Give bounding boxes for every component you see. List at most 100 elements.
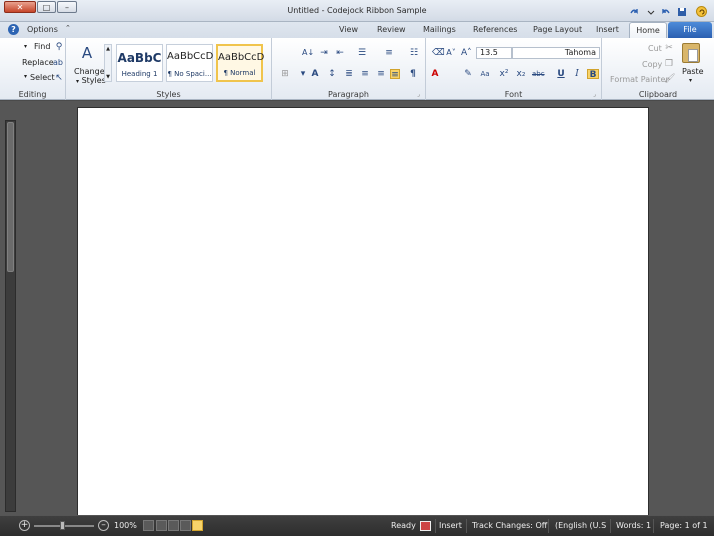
copy-icon: ❐ xyxy=(664,59,674,69)
save-icon[interactable] xyxy=(676,6,687,17)
align-left-icon[interactable]: ≡ xyxy=(390,69,400,80)
style-normal[interactable]: AaBbCcD ¶ Normal xyxy=(216,44,265,82)
editing-group-label: Editing xyxy=(18,90,47,99)
style-name: ¶ No Spaci... xyxy=(167,70,212,78)
status-divider xyxy=(610,519,611,533)
numbering-icon[interactable]: ≡ xyxy=(384,48,394,58)
draft-view-icon[interactable] xyxy=(143,520,154,531)
paragraph-group-label: Paragraph xyxy=(328,90,369,99)
language-status[interactable]: (English (U.S xyxy=(555,521,606,530)
align-right-icon[interactable]: ≡ xyxy=(360,69,370,79)
style-heading-1[interactable]: AaBbC Heading 1 xyxy=(116,44,163,82)
shrink-font-icon[interactable]: A˅ xyxy=(446,48,456,58)
eraser-icon[interactable]: ⌫ xyxy=(432,48,445,58)
highlight-icon[interactable]: ✎ xyxy=(463,69,473,79)
font-family-combo[interactable]: Tahoma xyxy=(512,47,600,59)
ready-status: Ready xyxy=(391,521,416,530)
bullets-icon[interactable]: ☷ xyxy=(409,48,419,58)
tab-mailings[interactable]: Mailings xyxy=(419,22,460,38)
font-family-value: Tahoma xyxy=(564,48,596,57)
replace-button[interactable]: Replace xyxy=(22,58,54,67)
word-count[interactable]: Words: 1 xyxy=(616,521,651,530)
replace-icon: ab xyxy=(53,58,63,67)
chevron-up-icon[interactable]: ▲ xyxy=(105,46,111,52)
styles-gallery-scroll[interactable]: ▲ ▼ xyxy=(104,44,112,82)
cut-button[interactable]: Cut xyxy=(648,44,662,53)
increase-indent-icon[interactable]: ⇥ xyxy=(319,48,329,58)
zoom-slider-thumb[interactable] xyxy=(60,521,65,530)
dropdown-arrow-icon[interactable]: ▾ xyxy=(689,77,692,84)
help-icon[interactable]: ? xyxy=(8,24,19,35)
redo-icon[interactable] xyxy=(628,6,639,17)
subscript-icon[interactable]: x₂ xyxy=(516,69,526,79)
undo-icon[interactable] xyxy=(660,6,671,17)
sync-icon[interactable] xyxy=(696,6,707,17)
status-divider xyxy=(466,519,467,533)
font-color-icon[interactable]: A xyxy=(430,69,440,79)
paste-button[interactable]: Paste xyxy=(682,67,704,76)
underline-icon[interactable]: U xyxy=(556,69,566,79)
grow-font-icon[interactable]: A˄ xyxy=(461,48,472,58)
ribbon-tabs-row: ? Options ⌃ View Review Mailings Referen… xyxy=(0,22,714,39)
web-layout-view-icon[interactable] xyxy=(168,520,179,531)
window-title: Untitled - Codejock Ribbon Sample xyxy=(287,6,427,15)
page-number[interactable]: Page: 1 of 1 xyxy=(660,521,708,530)
dropdown-arrow-icon[interactable] xyxy=(645,6,656,17)
strikethrough-icon[interactable]: abc xyxy=(532,69,545,79)
superscript-icon[interactable]: x² xyxy=(499,69,509,79)
tab-page-layout[interactable]: Page Layout xyxy=(529,22,586,38)
dropdown-arrow-icon: ▾ xyxy=(24,43,28,50)
justify-icon[interactable]: ≣ xyxy=(344,69,354,79)
copy-button[interactable]: Copy xyxy=(642,60,662,69)
paste-icon[interactable] xyxy=(682,43,700,63)
change-styles-button[interactable]: Change xyxy=(74,67,105,76)
macro-record-icon[interactable] xyxy=(420,521,431,531)
editing-group: ▾ Find ⚲ Replace ab ▾ Select ↖ Editing xyxy=(0,38,66,100)
decrease-indent-icon[interactable]: ⇤ xyxy=(335,48,345,58)
chevron-down-icon[interactable]: ▼ xyxy=(105,74,111,80)
tab-file[interactable]: File xyxy=(668,22,712,38)
vertical-scrollbar[interactable] xyxy=(5,120,16,512)
tab-view[interactable]: View xyxy=(335,22,362,38)
zoom-out-icon[interactable]: – xyxy=(98,520,109,531)
status-bar: + – 100% Ready Insert Track Changes: Off… xyxy=(0,515,714,536)
change-styles-label[interactable]: ▾ Styles xyxy=(76,76,106,85)
font-size-combo[interactable]: 13.5 xyxy=(476,47,512,59)
paragraph-group: A↓ ⇥ ⇤ ☰ ≡ ☷ ⊞ ▾ A ↕ ≣ ≡ ≡ ≡ ¶ ⌟ Paragra… xyxy=(272,38,426,100)
tab-insert[interactable]: Insert xyxy=(592,22,623,38)
sort-icon[interactable]: A↓ xyxy=(302,48,314,58)
font-color-a-icon[interactable]: A xyxy=(310,69,320,79)
print-layout-view-icon[interactable] xyxy=(192,520,203,531)
align-center-icon[interactable]: ≡ xyxy=(376,69,386,79)
change-styles-icon: A xyxy=(81,44,93,62)
line-spacing-icon[interactable]: ↕ xyxy=(327,69,337,79)
track-changes-status[interactable]: Track Changes: Off xyxy=(472,521,547,530)
tab-references[interactable]: References xyxy=(469,22,521,38)
find-button[interactable]: Find xyxy=(34,42,50,51)
italic-icon[interactable]: I xyxy=(572,69,582,79)
insert-mode[interactable]: Insert xyxy=(439,521,462,530)
shading-icon[interactable]: ▾ xyxy=(298,69,308,79)
ribbon-panel: ▾ Find ⚲ Replace ab ▾ Select ↖ Editing A… xyxy=(0,38,714,100)
options-button[interactable]: Options xyxy=(27,25,58,34)
zoom-in-icon[interactable]: + xyxy=(19,520,30,531)
select-button[interactable]: Select xyxy=(30,73,55,82)
outline-view-icon[interactable] xyxy=(156,520,167,531)
tab-review[interactable]: Review xyxy=(373,22,410,38)
borders-icon[interactable]: ⊞ xyxy=(280,69,290,79)
full-screen-view-icon[interactable] xyxy=(180,520,191,531)
change-case-icon[interactable]: Aa xyxy=(480,69,490,79)
chevron-up-icon[interactable]: ⌃ xyxy=(65,24,71,32)
multilevel-list-icon[interactable]: ☰ xyxy=(357,48,367,58)
scrollbar-thumb[interactable] xyxy=(7,122,14,272)
document-page[interactable] xyxy=(77,107,649,517)
format-painter-button[interactable]: Format Painter xyxy=(610,75,669,84)
style-preview: AaBbCcD xyxy=(218,52,265,63)
pilcrow-icon[interactable]: ¶ xyxy=(408,69,418,79)
format-painter-icon: 🖌 xyxy=(664,74,676,84)
tab-home[interactable]: Home xyxy=(629,22,667,39)
status-divider xyxy=(435,519,436,533)
style-no-spacing[interactable]: AaBbCcD ¶ No Spaci... xyxy=(166,44,213,82)
zoom-level[interactable]: 100% xyxy=(114,521,137,530)
bold-icon[interactable]: B xyxy=(587,69,599,80)
